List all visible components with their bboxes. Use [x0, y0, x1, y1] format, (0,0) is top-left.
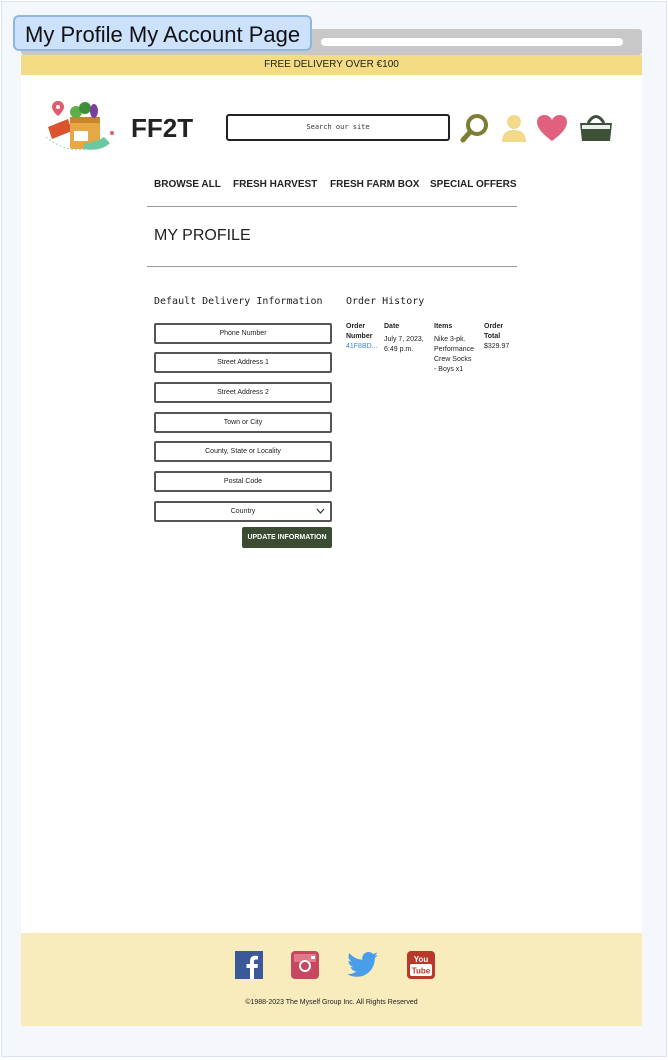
instagram-icon[interactable] — [291, 951, 319, 979]
youtube-logo-text-bottom: Tube — [412, 967, 431, 976]
order-total-column: Order Total $329.97 — [484, 322, 509, 352]
youtube-icon[interactable]: You Tube — [407, 951, 435, 979]
order-items-column: Items Nike 3-pk. Performance Crew Socks … — [434, 322, 474, 375]
update-information-button[interactable]: UPDATE INFORMATION — [242, 527, 332, 548]
order-history-heading: Order History — [346, 296, 425, 307]
order-date-column: Date July 7, 2023, 6:49 p.m. — [384, 322, 424, 355]
col-header-order-number-2: Number — [346, 333, 373, 340]
brand-name[interactable]: FF2T — [131, 113, 193, 144]
order-number-column: Order Number 41F8BD... — [346, 322, 378, 352]
town-city-field[interactable]: Town or City — [154, 412, 332, 433]
order-number-link[interactable]: 41F8BD... — [346, 342, 378, 352]
cart-icon[interactable] — [578, 112, 614, 142]
youtube-logo-text-top: You — [414, 955, 429, 964]
page-heading: MY PROFILE — [154, 227, 251, 244]
order-item-line-4: - Boys x1 — [434, 366, 464, 373]
country-select[interactable]: Country — [154, 501, 332, 522]
logo-icon[interactable] — [44, 97, 116, 159]
heart-icon[interactable] — [537, 115, 567, 142]
postal-code-field[interactable]: Postal Code — [154, 471, 332, 492]
facebook-icon[interactable] — [235, 951, 263, 979]
site-footer: You Tube ©1988-2023 The Myself Group Inc… — [21, 933, 642, 1026]
col-header-order-number-1: Order — [346, 323, 366, 330]
chevron-down-icon — [316, 508, 325, 514]
col-header-date: Date — [384, 323, 400, 330]
address-bar[interactable] — [321, 38, 623, 46]
order-item-line-2: Performance — [434, 346, 475, 353]
promo-banner: FREE DELIVERY OVER €100 — [21, 55, 642, 75]
col-header-total-2: Total — [484, 333, 501, 340]
order-total-value: $329.97 — [484, 343, 510, 350]
twitter-icon[interactable] — [347, 951, 379, 979]
search-input[interactable]: Search our site — [226, 114, 450, 141]
street-address-2-field[interactable]: Street Address 2 — [154, 382, 332, 403]
order-date-line-2: 6:49 p.m. — [384, 346, 414, 353]
heading-divider — [147, 266, 517, 267]
nav-item-browse-all[interactable]: BROWSE ALL — [154, 179, 221, 190]
page-title-label: My Profile My Account Page — [13, 15, 313, 51]
copyright-text: ©1988-2023 The Myself Group Inc. All Rig… — [245, 999, 418, 1006]
country-select-value: Country — [230, 508, 256, 515]
nav-divider — [147, 206, 517, 207]
county-field[interactable]: County, State or Locality — [154, 441, 332, 462]
order-item-line-3: Crew Socks — [434, 356, 472, 363]
nav-item-fresh-harvest[interactable]: FRESH HARVEST — [233, 179, 317, 190]
browser-frame: My Profile My Account Page FREE DELIVERY… — [1, 1, 667, 1057]
street-address-1-field[interactable]: Street Address 1 — [154, 352, 332, 373]
search-icon[interactable] — [460, 113, 490, 143]
phone-number-field[interactable]: Phone Number — [154, 323, 332, 344]
col-header-items: Items — [434, 323, 453, 330]
page-content: FF2T Search our site BROWSE ALL FRESH HA… — [21, 75, 642, 933]
order-date-line-1: July 7, 2023, — [384, 336, 424, 343]
nav-item-fresh-farm-box[interactable]: FRESH FARM BOX — [330, 179, 419, 190]
user-icon[interactable] — [501, 114, 527, 142]
nav-item-special-offers[interactable]: SPECIAL OFFERS — [430, 179, 517, 190]
order-item-line-1: Nike 3-pk. — [434, 336, 466, 343]
col-header-total-1: Order — [484, 323, 504, 330]
delivery-heading: Default Delivery Information — [154, 296, 323, 307]
